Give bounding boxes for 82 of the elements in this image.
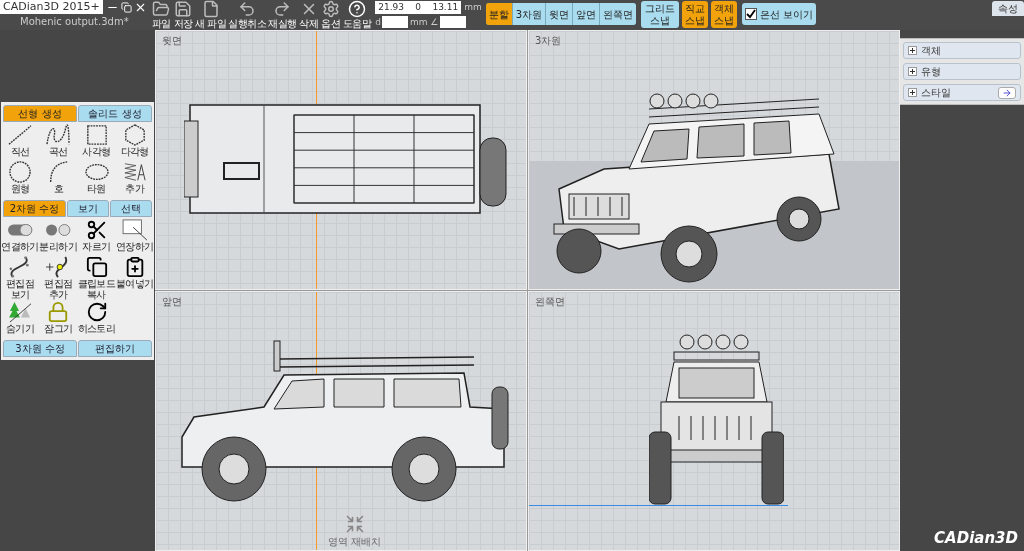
tool-button[interactable]: 곡선 bbox=[39, 124, 78, 160]
panel-tab[interactable]: 편집하기 bbox=[78, 340, 152, 357]
angle-label: mm ∠ bbox=[409, 15, 439, 29]
toolbar-button[interactable]: 도움말 bbox=[341, 0, 373, 30]
tool-button[interactable]: 연결하기 bbox=[1, 219, 39, 255]
tool-button[interactable]: 자르기 bbox=[77, 219, 116, 255]
tool-button[interactable]: 클립보드 복사 bbox=[77, 256, 116, 300]
expand-icon[interactable] bbox=[908, 46, 917, 55]
view-tab[interactable]: 윗면 bbox=[546, 3, 573, 25]
save-icon bbox=[173, 0, 193, 18]
accordion-label: 스타일 bbox=[921, 86, 951, 100]
distance-label: d bbox=[375, 15, 381, 29]
accordion-label: 유형 bbox=[921, 65, 941, 79]
tool-button[interactable]: 추가 bbox=[115, 161, 154, 197]
toolbar-button[interactable]: 새 파일 bbox=[194, 0, 228, 30]
tool-button[interactable]: 히스토리 bbox=[77, 301, 116, 337]
view-tab[interactable]: 3차원 bbox=[512, 3, 546, 25]
view-tab[interactable]: 분할 bbox=[485, 3, 512, 25]
file-name: Mohenic output.3dm* bbox=[20, 15, 129, 28]
hidden-lines-toggle[interactable]: 은선 보이기 bbox=[742, 3, 817, 25]
tool-button[interactable]: 다각형 bbox=[115, 124, 154, 160]
checkbox[interactable] bbox=[745, 8, 758, 20]
viewport-label: 왼쪽면 bbox=[535, 295, 565, 309]
extend-icon bbox=[121, 219, 148, 241]
arrow-button[interactable] bbox=[998, 86, 1016, 99]
tool-button[interactable]: 붙여넣기 bbox=[115, 256, 154, 300]
accordion-item[interactable]: 객체 bbox=[903, 42, 1021, 59]
curve-icon bbox=[45, 124, 72, 146]
toolbar-button[interactable]: 재실행 bbox=[267, 0, 298, 30]
tool-button[interactable]: 타원 bbox=[77, 161, 116, 197]
snap-button[interactable]: 그리드 스냅 bbox=[641, 1, 680, 28]
tool-button[interactable]: 편집점 보기 bbox=[1, 256, 39, 300]
toolbar-button[interactable]: 삭제 bbox=[297, 0, 320, 30]
line-icon bbox=[7, 124, 33, 146]
panel-tab[interactable]: 솔리드 생성 bbox=[78, 105, 152, 122]
properties-tab[interactable]: 속성 bbox=[992, 1, 1024, 16]
accordion-label: 객체 bbox=[921, 44, 941, 58]
view-tab[interactable]: 왼쪽면 bbox=[600, 3, 637, 25]
tool-button[interactable]: 직선 bbox=[1, 124, 39, 160]
toolbar-button[interactable]: 실행취소 bbox=[227, 0, 268, 30]
accordion-item[interactable]: 스타일 bbox=[903, 84, 1021, 101]
tool-button[interactable]: 편집점 추가 bbox=[39, 256, 78, 300]
tool-button[interactable]: 연장하기 bbox=[115, 219, 154, 255]
panel-tab[interactable]: 보기 bbox=[67, 200, 109, 217]
relayout-label[interactable]: 영역 재배치 bbox=[328, 534, 382, 549]
logo: CADian3D bbox=[934, 527, 1018, 549]
tool-button[interactable]: 분리하기 bbox=[39, 219, 78, 255]
panel-tab[interactable]: 3차원 수정 bbox=[3, 340, 77, 357]
expand-icon[interactable] bbox=[908, 88, 917, 97]
angle-field[interactable] bbox=[440, 16, 467, 29]
expand-icon[interactable] bbox=[908, 67, 917, 76]
toolbar-button[interactable]: 옵션 bbox=[319, 0, 342, 30]
folder-icon bbox=[151, 0, 171, 18]
snap-button[interactable]: 직교 스냅 bbox=[682, 1, 709, 28]
viewport-label: 3차원 bbox=[535, 34, 562, 48]
circle-icon bbox=[7, 161, 33, 183]
coordinate-field[interactable]: 21.93 0 13.11 bbox=[375, 1, 462, 15]
panel-tab[interactable]: 2차원 수정 bbox=[3, 200, 66, 217]
toolbar-button[interactable]: 파일 bbox=[150, 0, 172, 30]
help-icon bbox=[346, 0, 367, 18]
tool-button[interactable]: 호 bbox=[39, 161, 78, 197]
tool-button[interactable]: 잠그기 bbox=[39, 301, 78, 337]
ellipse-icon bbox=[83, 161, 110, 183]
trees-icon bbox=[7, 301, 33, 323]
panel-tab[interactable]: 선형 생성 bbox=[3, 105, 77, 122]
app-title: CADian3D 2015+ bbox=[0, 0, 103, 14]
spring-icon bbox=[124, 163, 146, 181]
viewport-label: 윗면 bbox=[162, 34, 182, 48]
tool-button[interactable]: 사각형 bbox=[77, 124, 116, 160]
restore-icon[interactable] bbox=[120, 1, 132, 13]
panel-tab[interactable]: 선택 bbox=[110, 200, 152, 217]
viewport-label: 앞면 bbox=[162, 295, 182, 309]
distance-field[interactable] bbox=[381, 16, 408, 29]
unit-label: mm bbox=[464, 1, 482, 14]
accordion-item[interactable]: 유형 bbox=[903, 63, 1021, 80]
tool-button[interactable]: 원형 bbox=[1, 161, 39, 197]
tool-button[interactable]: 숨기기 bbox=[1, 301, 39, 337]
check-icon bbox=[746, 9, 757, 19]
arrow-icon bbox=[1001, 87, 1013, 98]
view-tab[interactable]: 앞면 bbox=[573, 3, 600, 25]
snap-button[interactable]: 객체 스냅 bbox=[711, 1, 738, 28]
toolbar-button[interactable]: 저장 bbox=[172, 0, 194, 30]
